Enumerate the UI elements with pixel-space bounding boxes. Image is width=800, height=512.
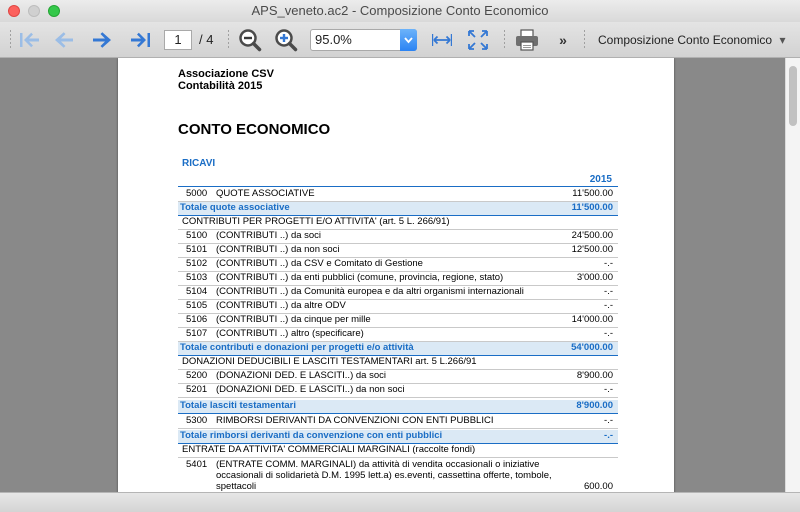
report-selector-label: Composizione Conto Economico bbox=[598, 33, 773, 47]
window-controls bbox=[8, 5, 60, 17]
zoom-value: 95.0% bbox=[315, 32, 352, 47]
minimize-window-button[interactable] bbox=[28, 5, 40, 17]
toolbar-separator bbox=[584, 30, 585, 50]
arrow-left-icon bbox=[55, 32, 73, 48]
arrow-last-icon bbox=[131, 32, 150, 48]
print-button[interactable] bbox=[512, 22, 542, 58]
report-selector[interactable]: Composizione Conto Economico ▾ bbox=[598, 30, 785, 50]
table-row: 5105 (CONTRIBUTI ..) da altre ODV -.- bbox=[178, 300, 618, 314]
total-row: Totale lasciti testamentari 8'900.00 bbox=[178, 400, 618, 414]
group-header-row: DONAZIONI DEDUCIBILI E LASCITI TESTAMENT… bbox=[178, 356, 618, 370]
organization-name: Associazione CSV bbox=[178, 68, 274, 80]
arrow-first-icon bbox=[20, 32, 39, 48]
first-page-button[interactable] bbox=[16, 22, 44, 58]
bottom-status-bar bbox=[0, 492, 800, 512]
accounting-year-label: Contabilità 2015 bbox=[178, 80, 263, 92]
last-page-button[interactable] bbox=[126, 22, 154, 58]
toolbar: 1 / 4 95.0% » Composizione Conto Economi… bbox=[0, 22, 800, 58]
close-window-button[interactable] bbox=[8, 5, 20, 17]
fit-width-button[interactable] bbox=[428, 22, 456, 58]
table-row: 5000 QUOTE ASSOCIATIVE 11'500.00 bbox=[178, 188, 618, 202]
table-row: 5102 (CONTRIBUTI ..) da CSV e Comitato d… bbox=[178, 258, 618, 272]
title-bar: APS_veneto.ac2 - Composizione Conto Econ… bbox=[0, 0, 800, 22]
table-row: 5107 (CONTRIBUTI ..) altro (specificare)… bbox=[178, 328, 618, 342]
zoom-select[interactable]: 95.0% bbox=[310, 29, 417, 51]
table-row: 5200 (DONAZIONI DED. E LASCITI..) da soc… bbox=[178, 370, 618, 384]
total-row: Totale contributi e donazioni per proget… bbox=[178, 342, 618, 356]
table-row: 5100 (CONTRIBUTI ..) da soci 24'500.00 bbox=[178, 230, 618, 244]
table-row: 5300 RIMBORSI DERIVANTI DA CONVENZIONI C… bbox=[178, 415, 618, 429]
toolbar-separator bbox=[10, 30, 11, 50]
total-row: Totale quote associative 11'500.00 bbox=[178, 202, 618, 216]
fit-page-icon bbox=[468, 30, 488, 50]
toolbar-separator bbox=[504, 30, 505, 50]
arrow-right-icon bbox=[93, 32, 111, 48]
group-header-row: CONTRIBUTI PER PROGETTI E/O ATTIVITA' (a… bbox=[178, 216, 618, 230]
section-title: RICAVI bbox=[182, 158, 216, 169]
total-row: Totale rimborsi derivanti da convenzione… bbox=[178, 430, 618, 444]
fit-width-icon bbox=[432, 34, 452, 46]
table-row: 5401 (ENTRATE COMM. MARGINALI) da attivi… bbox=[186, 459, 613, 492]
previous-page-button[interactable] bbox=[50, 22, 78, 58]
zoom-out-button[interactable] bbox=[236, 22, 264, 58]
report-heading: CONTO ECONOMICO bbox=[178, 121, 331, 138]
chevron-down-icon: ▾ bbox=[779, 33, 786, 47]
fit-page-button[interactable] bbox=[464, 22, 492, 58]
table-row: 5106 (CONTRIBUTI ..) da cinque per mille… bbox=[178, 314, 618, 328]
header-rule bbox=[178, 186, 618, 187]
next-page-button[interactable] bbox=[88, 22, 116, 58]
table-row: 5201 (DONAZIONI DED. E LASCITI..) da non… bbox=[178, 384, 618, 398]
zoom-in-icon bbox=[275, 29, 298, 52]
report-page: Associazione CSV Contabilità 2015 CONTO … bbox=[118, 58, 674, 492]
document-viewer[interactable]: Associazione CSV Contabilità 2015 CONTO … bbox=[0, 58, 800, 492]
zoom-window-button[interactable] bbox=[48, 5, 60, 17]
more-tools-button[interactable]: » bbox=[552, 22, 574, 58]
year-column-header: 2015 bbox=[589, 174, 612, 185]
page-number-input[interactable]: 1 bbox=[164, 30, 192, 50]
toolbar-separator bbox=[228, 30, 229, 50]
zoom-out-icon bbox=[239, 29, 262, 52]
table-row: 5103 (CONTRIBUTI ..) da enti pubblici (c… bbox=[178, 272, 618, 286]
zoom-in-button[interactable] bbox=[272, 22, 300, 58]
scrollbar-thumb[interactable] bbox=[789, 66, 797, 126]
window-title: APS_veneto.ac2 - Composizione Conto Econ… bbox=[251, 3, 549, 18]
page-total-label: / 4 bbox=[199, 32, 214, 47]
chevron-down-icon bbox=[400, 29, 417, 51]
table-row: 5104 (CONTRIBUTI ..) da Comunità europea… bbox=[178, 286, 618, 300]
printer-icon bbox=[516, 29, 538, 51]
vertical-scrollbar[interactable] bbox=[785, 58, 800, 492]
table-row: 5101 (CONTRIBUTI ..) da non soci 12'500.… bbox=[178, 244, 618, 258]
group-header-row: ENTRATE DA ATTIVITA' COMMERCIALI MARGINA… bbox=[178, 444, 618, 458]
